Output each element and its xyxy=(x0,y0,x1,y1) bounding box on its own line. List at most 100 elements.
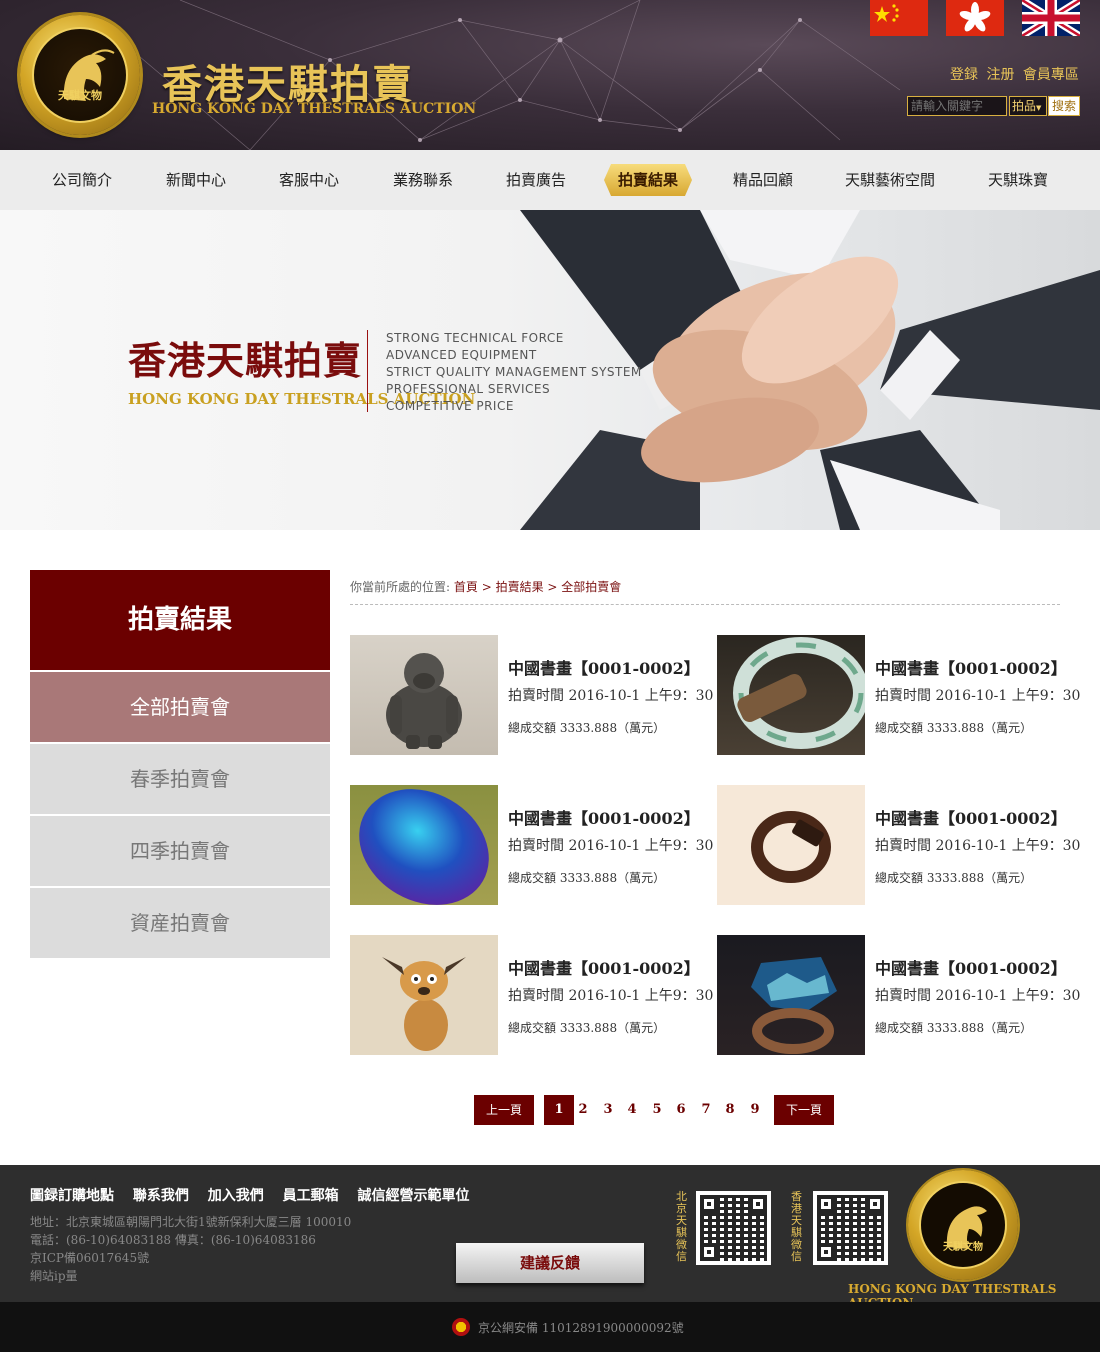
resin-landscape-ring-image xyxy=(751,957,837,1054)
nav-item-service[interactable]: 客服中心 xyxy=(257,164,361,196)
product-image[interactable] xyxy=(350,785,498,905)
product-card[interactable]: 中國書畫【0001-0002】 拍賣时間 2016-10-1 上午9：30 總成… xyxy=(717,785,1080,905)
product-time: 拍賣时間 2016-10-1 上午9：30 xyxy=(875,988,1081,1004)
nav-item-review[interactable]: 精品回顧 xyxy=(711,164,815,196)
page-number[interactable]: 3 xyxy=(596,1095,620,1125)
footer-ip-count: 網站ip量 xyxy=(30,1269,78,1283)
banner-slogan: STRICT QUALITY MANAGEMENT SYSTEM xyxy=(386,365,642,379)
breadcrumb-prefix: 你當前所處的位置: xyxy=(350,580,451,594)
product-time: 拍賣时間 2016-10-1 上午9：30 xyxy=(508,838,714,854)
product-card[interactable]: 中國書畫【0001-0002】 拍賣时間 2016-10-1 上午9：30 總成… xyxy=(717,635,1080,755)
banner-slogan: COMPETITIVE PRICE xyxy=(386,399,514,413)
gorilla-figurine-image xyxy=(386,653,462,749)
prev-page-button[interactable]: 上一頁 xyxy=(474,1095,534,1125)
public-security-record[interactable]: 京公網安備 11012891900000092號 xyxy=(478,1319,684,1336)
product-total: 總成交額 3333.888（萬元） xyxy=(875,1021,1033,1035)
blue-gemstone-image xyxy=(359,789,489,905)
product-card[interactable]: 中國書畫【0001-0002】 拍賣时間 2016-10-1 上午9：30 總成… xyxy=(350,935,713,1055)
footer-address: 地址：北京東城區朝陽門北大街1號新保利大厦三層 100010 xyxy=(30,1215,352,1229)
product-image[interactable] xyxy=(350,635,498,755)
page-number[interactable]: 6 xyxy=(669,1095,693,1125)
footer-icp: 京ICP備06017645號 xyxy=(30,1251,150,1265)
footer-link-join[interactable]: 加入我們 xyxy=(208,1188,264,1204)
footer-link-catalog[interactable]: 圖録訂購地點 xyxy=(30,1188,114,1204)
breadcrumb-separator: > xyxy=(543,580,562,594)
footer-contact-info: 地址：北京東城區朝陽門北大街1號新保利大厦三層 100010 電話：(86-10… xyxy=(30,1213,351,1285)
footer-links: 圖録訂購地點 聯系我們 加入我們 員工郵箱 誠信經營示範單位 xyxy=(30,1185,484,1205)
product-total: 總成交額 3333.888（萬元） xyxy=(875,721,1033,735)
banner-divider xyxy=(367,330,368,412)
search-input[interactable] xyxy=(907,96,1007,116)
sidebar-item-spring-auction[interactable]: 春季拍賣會 xyxy=(30,744,330,814)
nav-item-art-space[interactable]: 天騏藝術空間 xyxy=(832,164,948,196)
product-image[interactable] xyxy=(350,935,498,1055)
page-number[interactable]: 5 xyxy=(645,1095,669,1125)
qr-label-beijing: 北京天騏微信 xyxy=(676,1190,687,1263)
beijing-wechat-qr-code xyxy=(696,1191,771,1265)
product-title[interactable]: 中國書畫【0001-0002】 xyxy=(875,805,1067,829)
site-subtitle: HONG KONG DAY THESTRALS AUCTION xyxy=(152,101,477,117)
nav-item-business[interactable]: 業務聯系 xyxy=(371,164,475,196)
sidebar-title: 拍賣結果 xyxy=(30,570,330,670)
page-number[interactable]: 8 xyxy=(718,1095,742,1125)
product-card[interactable]: 中國書畫【0001-0002】 拍賣时間 2016-10-1 上午9：30 總成… xyxy=(350,635,714,755)
footer-logo[interactable]: 天騏文物 xyxy=(908,1170,1018,1280)
uk-flag-icon[interactable] xyxy=(1020,0,1082,39)
site-header: 天騏文物 香港天騏拍賣 HONG KONG DAY THESTRALS AUCT… xyxy=(0,0,1100,150)
sidebar-item-all-auctions[interactable]: 全部拍賣會 xyxy=(30,672,330,742)
sidebar-item-assets-auction[interactable]: 資産拍賣會 xyxy=(30,888,330,958)
product-title[interactable]: 中國書畫【0001-0002】 xyxy=(508,805,700,829)
page-number[interactable]: 9 xyxy=(743,1095,767,1125)
member-links: 登録 注册 會員專區 xyxy=(946,64,1079,84)
site-footer: 圖録訂購地點 聯系我們 加入我們 員工郵箱 誠信經營示範單位 地址：北京東城區朝… xyxy=(0,1165,1100,1310)
page-number-current[interactable]: 1 xyxy=(544,1095,574,1125)
footer-logo-seal-text: 天騏文物 xyxy=(943,1242,983,1253)
product-image[interactable] xyxy=(717,785,865,905)
search-button[interactable]: 搜索 xyxy=(1048,96,1080,116)
product-image[interactable] xyxy=(717,935,865,1055)
cartoon-dog-image xyxy=(382,957,466,1051)
site-logo[interactable]: 天騏文物 xyxy=(20,15,140,135)
breadcrumb-home[interactable]: 首頁 xyxy=(454,580,478,594)
china-flag-icon[interactable] xyxy=(870,0,928,36)
nav-item-company[interactable]: 公司簡介 xyxy=(30,164,134,196)
register-link[interactable]: 注册 xyxy=(986,67,1014,83)
product-card[interactable]: 中國書畫【0001-0002】 拍賣时間 2016-10-1 上午9：30 總成… xyxy=(350,785,714,905)
feedback-button[interactable]: 建議反饋 xyxy=(456,1243,644,1283)
search-category-select[interactable]: 拍品▼ xyxy=(1009,96,1047,116)
sidebar-item-seasons-auction[interactable]: 四季拍賣會 xyxy=(30,816,330,886)
nav-item-results[interactable]: 拍賣結果 xyxy=(604,164,692,196)
chevron-down-icon: ▼ xyxy=(1036,104,1042,112)
product-title[interactable]: 中國書畫【0001-0002】 xyxy=(508,655,700,679)
hong-kong-flag-icon[interactable] xyxy=(946,0,1004,36)
nav-item-ads[interactable]: 拍賣廣告 xyxy=(484,164,588,196)
product-total: 總成交額 3333.888（萬元） xyxy=(508,721,666,735)
product-image[interactable] xyxy=(717,635,865,755)
breadcrumb-section[interactable]: 拍賣結果 xyxy=(496,580,544,594)
footer-link-email[interactable]: 員工郵箱 xyxy=(283,1188,339,1204)
page-number[interactable]: 7 xyxy=(694,1095,718,1125)
product-title[interactable]: 中國書畫【0001-0002】 xyxy=(875,955,1067,979)
footer-link-integrity[interactable]: 誠信經營示範單位 xyxy=(358,1188,470,1204)
nav-item-news[interactable]: 新聞中心 xyxy=(144,164,248,196)
next-page-button[interactable]: 下一頁 xyxy=(774,1095,834,1125)
banner-slogans: STRONG TECHNICAL FORCE ADVANCED EQUIPMEN… xyxy=(386,330,642,415)
product-total: 總成交額 3333.888（萬元） xyxy=(508,1021,666,1035)
member-area-link[interactable]: 會員專區 xyxy=(1023,67,1079,83)
product-title[interactable]: 中國書畫【0001-0002】 xyxy=(875,655,1067,679)
page-number[interactable]: 4 xyxy=(620,1095,644,1125)
breadcrumb: 你當前所處的位置: 首頁 > 拍賣結果 > 全部拍賣會 xyxy=(350,578,1060,605)
logo-seal-text: 天騏文物 xyxy=(58,89,102,102)
nav-item-jewelry[interactable]: 天騏珠寶 xyxy=(966,164,1070,196)
jade-bangle-image xyxy=(733,637,865,749)
page-number[interactable]: 2 xyxy=(571,1095,595,1125)
footer-link-contact[interactable]: 聯系我們 xyxy=(133,1188,189,1204)
product-title[interactable]: 中國書畫【0001-0002】 xyxy=(508,955,700,979)
login-link[interactable]: 登録 xyxy=(950,67,978,83)
product-time: 拍賣时間 2016-10-1 上午9：30 xyxy=(508,688,714,704)
banner-title: 香港天騏拍賣 xyxy=(128,338,363,383)
banner-slogan: ADVANCED EQUIPMENT xyxy=(386,348,537,362)
search-category-value: 拍品 xyxy=(1012,99,1037,113)
product-card[interactable]: 中國書畫【0001-0002】 拍賣时間 2016-10-1 上午9：30 總成… xyxy=(717,935,1081,1055)
horse-emblem-icon xyxy=(63,49,115,101)
